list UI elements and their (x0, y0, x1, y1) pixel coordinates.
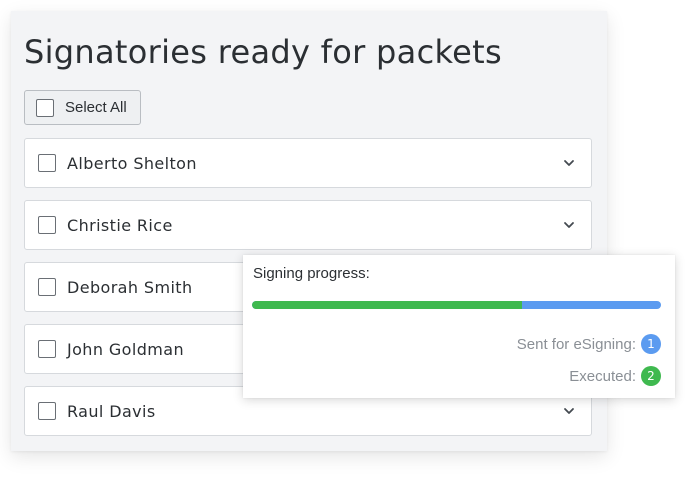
signatory-name: John Goldman (67, 339, 184, 359)
chevron-down-icon[interactable] (562, 156, 576, 170)
signatory-checkbox[interactable] (38, 216, 56, 234)
signing-progress-card: Signing progress: Sent for eSigning: 1 E… (243, 255, 675, 398)
select-all-label: Select All (65, 99, 127, 116)
select-all-button[interactable]: Select All (24, 90, 141, 125)
executed-stat: Executed: 2 (569, 366, 661, 386)
executed-label: Executed: (569, 367, 636, 385)
chevron-down-icon[interactable] (562, 218, 576, 232)
signing-progress-title: Signing progress: (253, 265, 370, 282)
signatory-row[interactable]: Christie Rice (24, 200, 592, 250)
signatory-row[interactable]: Alberto Shelton (24, 138, 592, 188)
signatory-checkbox[interactable] (38, 340, 56, 358)
signing-progress-bar (252, 301, 661, 309)
signatory-checkbox[interactable] (38, 154, 56, 172)
stage: Signatories ready for packets Select All… (0, 0, 700, 479)
signatory-checkbox[interactable] (38, 278, 56, 296)
sent-for-esigning-label: Sent for eSigning: (516, 335, 636, 353)
signatory-name: Deborah Smith (67, 277, 193, 297)
chevron-down-icon[interactable] (562, 404, 576, 418)
signatory-name: Raul Davis (67, 401, 156, 421)
sent-count-badge: 1 (641, 334, 661, 354)
sent-for-esigning-stat: Sent for eSigning: 1 (517, 334, 661, 354)
executed-count-badge: 2 (641, 366, 661, 386)
signatory-name: Christie Rice (67, 215, 173, 235)
signing-progress-fill (252, 301, 522, 309)
signatory-name: Alberto Shelton (67, 153, 197, 173)
select-all-checkbox[interactable] (36, 98, 54, 117)
signatory-checkbox[interactable] (38, 402, 56, 420)
page-title: Signatories ready for packets (24, 33, 502, 71)
